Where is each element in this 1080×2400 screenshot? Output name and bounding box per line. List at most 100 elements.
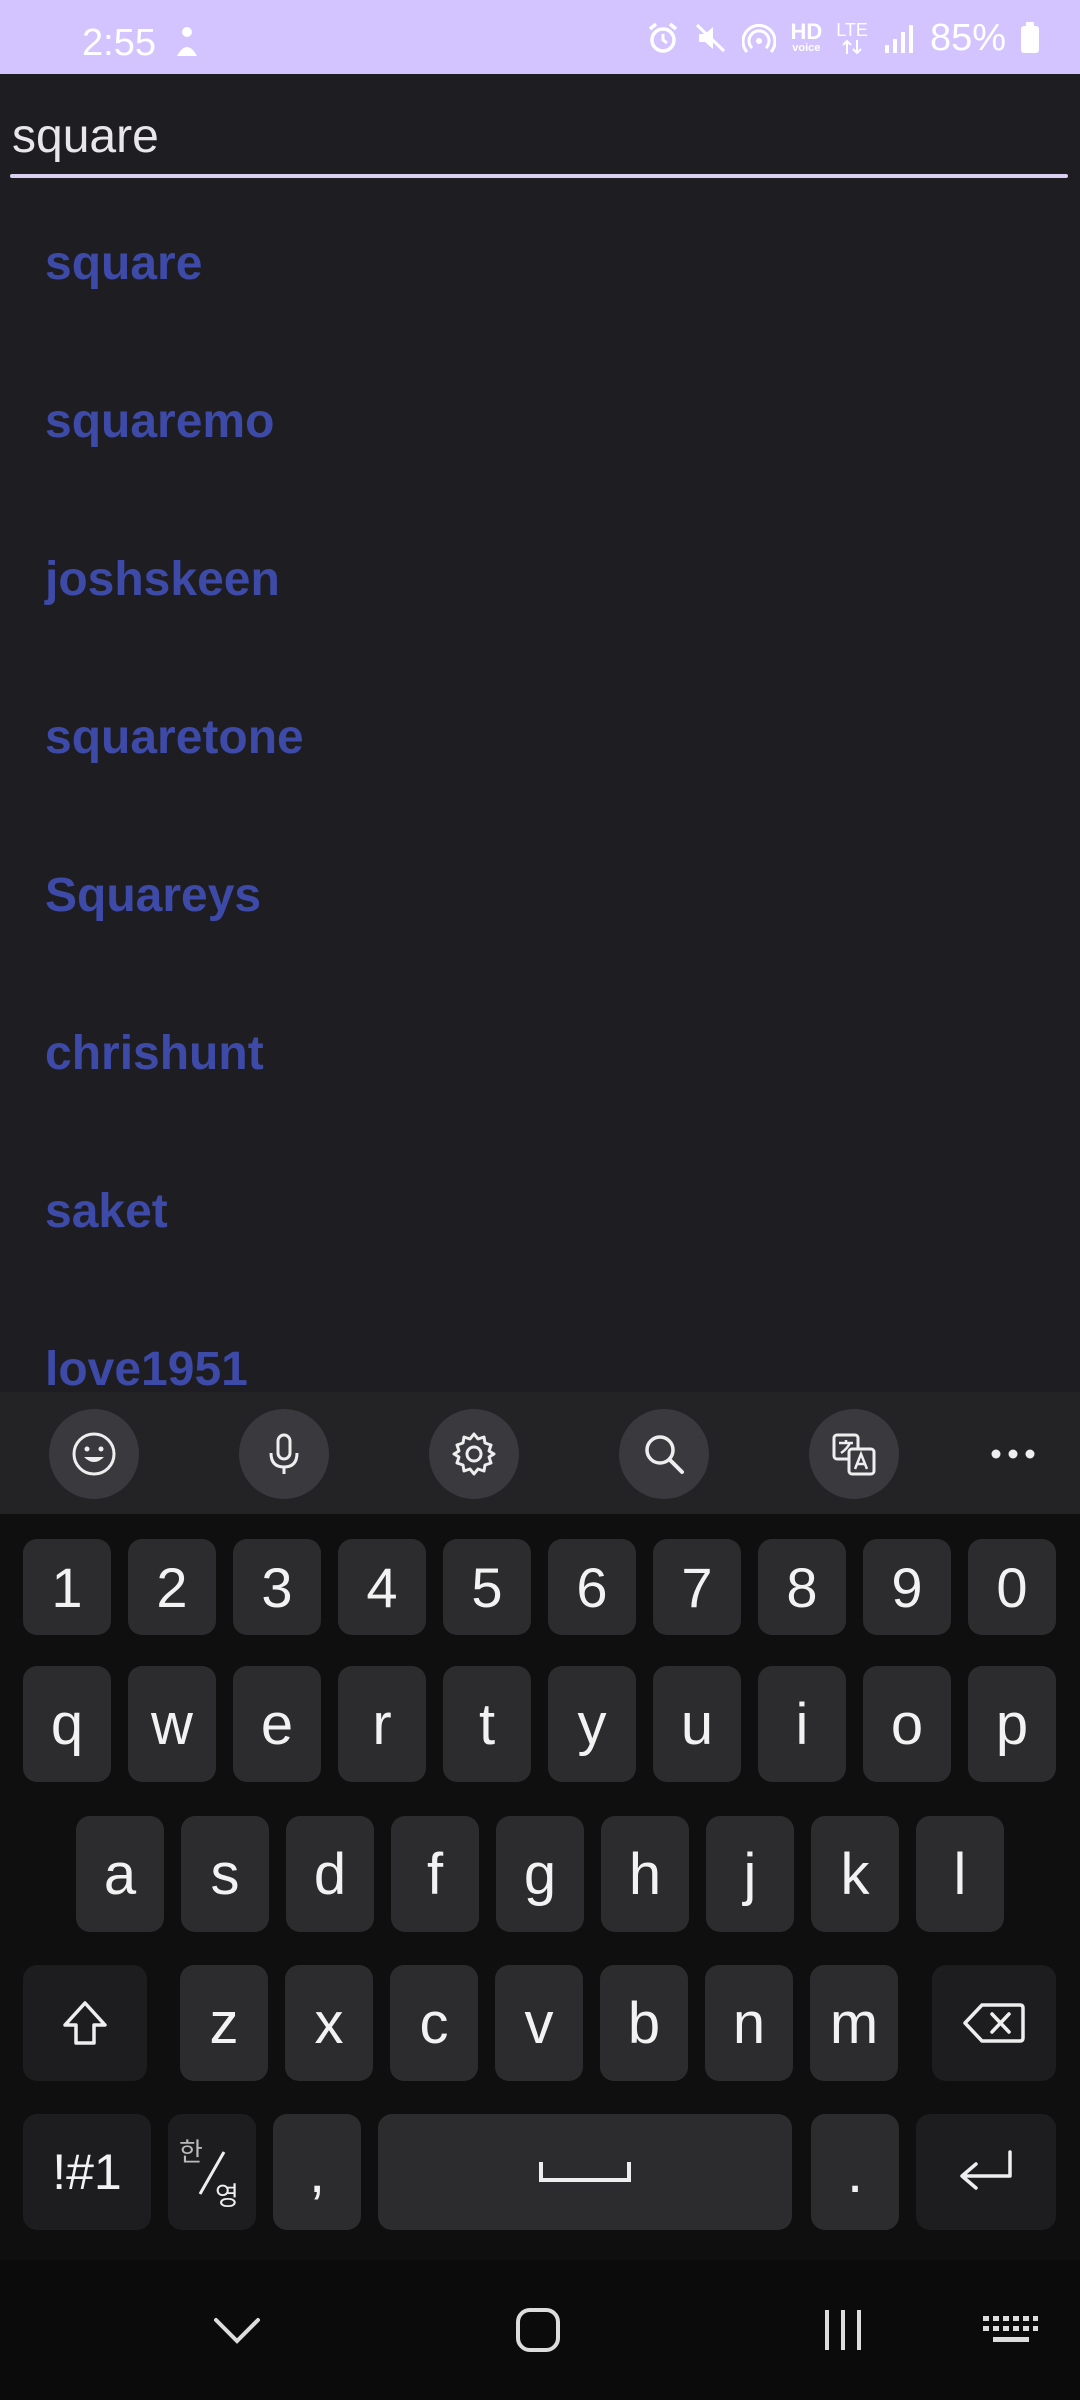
key-b[interactable]: b bbox=[600, 1965, 688, 2081]
space-key[interactable] bbox=[378, 2114, 792, 2230]
hotspot-icon bbox=[742, 23, 777, 53]
recents-icon bbox=[825, 2310, 861, 2350]
key-t[interactable]: t bbox=[443, 1666, 531, 1782]
key-x[interactable]: x bbox=[285, 1965, 373, 2081]
key-h[interactable]: h bbox=[601, 1816, 689, 1932]
list-item-label: square bbox=[45, 236, 203, 290]
key-i[interactable]: i bbox=[758, 1666, 846, 1782]
search-underline bbox=[10, 174, 1068, 178]
language-switch-icon: 한 영 bbox=[177, 2132, 247, 2212]
list-item-label: Squareys bbox=[45, 868, 262, 922]
list-item[interactable]: square bbox=[0, 184, 1080, 342]
hd-voice-icon: HD voice bbox=[790, 19, 823, 55]
navigation-bar bbox=[0, 2260, 1080, 2400]
backspace-key[interactable] bbox=[932, 1965, 1056, 2081]
search-area bbox=[0, 74, 1080, 184]
key-8[interactable]: 8 bbox=[758, 1539, 846, 1635]
keyboard-switch-icon bbox=[983, 2316, 1038, 2342]
key-o[interactable]: o bbox=[863, 1666, 951, 1782]
list-item[interactable]: love1951 bbox=[0, 1290, 1080, 1393]
emoji-button[interactable] bbox=[49, 1409, 139, 1499]
results-list: square squaremo joshskeen squaretone Squ… bbox=[0, 184, 1080, 1393]
list-item-label: love1951 bbox=[45, 1342, 248, 1393]
key-j[interactable]: j bbox=[706, 1816, 794, 1932]
battery-icon bbox=[1021, 22, 1039, 53]
recents-button[interactable] bbox=[808, 2300, 878, 2360]
key-e[interactable]: e bbox=[233, 1666, 321, 1782]
key-n[interactable]: n bbox=[705, 1965, 793, 2081]
key-s[interactable]: s bbox=[181, 1816, 269, 1932]
enter-key[interactable] bbox=[916, 2114, 1056, 2230]
key-9[interactable]: 9 bbox=[863, 1539, 951, 1635]
key-g[interactable]: g bbox=[496, 1816, 584, 1932]
language-switch-key[interactable]: 한 영 bbox=[168, 2114, 256, 2230]
list-item-label: joshskeen bbox=[45, 552, 280, 606]
key-y[interactable]: y bbox=[548, 1666, 636, 1782]
keyboard-settings-button[interactable] bbox=[429, 1409, 519, 1499]
keyboard-search-button[interactable] bbox=[619, 1409, 709, 1499]
symbols-key[interactable]: !#1 bbox=[23, 2114, 151, 2230]
list-item[interactable]: saket bbox=[0, 1132, 1080, 1290]
shift-icon bbox=[63, 2001, 107, 2045]
microphone-icon bbox=[269, 1433, 299, 1474]
keyboard-switch-button[interactable] bbox=[975, 2300, 1045, 2360]
lte-icon: LTE bbox=[836, 21, 868, 55]
shift-key[interactable] bbox=[23, 1965, 147, 2081]
key-l[interactable]: l bbox=[916, 1816, 1004, 1932]
list-item[interactable]: squaretone bbox=[0, 658, 1080, 816]
key-m[interactable]: m bbox=[810, 1965, 898, 2081]
list-item-label: squaretone bbox=[45, 710, 304, 764]
alarm-icon bbox=[649, 22, 678, 53]
list-item-label: squaremo bbox=[45, 394, 275, 448]
key-u[interactable]: u bbox=[653, 1666, 741, 1782]
key-q[interactable]: q bbox=[23, 1666, 111, 1782]
search-input[interactable] bbox=[12, 104, 1068, 168]
key-d[interactable]: d bbox=[286, 1816, 374, 1932]
status-bar: 2:55 HD voice LTE 85% bbox=[0, 0, 1080, 74]
space-icon bbox=[539, 2162, 631, 2182]
translate-button[interactable] bbox=[809, 1409, 899, 1499]
key-r[interactable]: r bbox=[338, 1666, 426, 1782]
list-item[interactable]: joshskeen bbox=[0, 500, 1080, 658]
key-2[interactable]: 2 bbox=[128, 1539, 216, 1635]
key-3[interactable]: 3 bbox=[233, 1539, 321, 1635]
list-item[interactable]: squaremo bbox=[0, 342, 1080, 500]
key-w[interactable]: w bbox=[128, 1666, 216, 1782]
key-v[interactable]: v bbox=[495, 1965, 583, 2081]
home-button[interactable] bbox=[503, 2300, 573, 2360]
comma-key[interactable]: , bbox=[273, 2114, 361, 2230]
settings-icon bbox=[452, 1432, 496, 1476]
key-k[interactable]: k bbox=[811, 1816, 899, 1932]
key-z[interactable]: z bbox=[180, 1965, 268, 2081]
status-icons: HD voice LTE 85% bbox=[646, 16, 1040, 59]
key-f[interactable]: f bbox=[391, 1816, 479, 1932]
list-item[interactable]: chrishunt bbox=[0, 974, 1080, 1132]
key-0[interactable]: 0 bbox=[968, 1539, 1056, 1635]
keyboard: 1 2 3 4 5 6 7 8 9 0 q w e r t y u i o p … bbox=[0, 1514, 1080, 2260]
key-a[interactable]: a bbox=[76, 1816, 164, 1932]
key-p[interactable]: p bbox=[968, 1666, 1056, 1782]
lte-arrows-icon bbox=[842, 39, 862, 55]
voice-input-button[interactable] bbox=[239, 1409, 329, 1499]
status-time: 2:55 bbox=[82, 22, 156, 64]
home-icon bbox=[516, 2308, 560, 2352]
key-4[interactable]: 4 bbox=[338, 1539, 426, 1635]
key-6[interactable]: 6 bbox=[548, 1539, 636, 1635]
key-c[interactable]: c bbox=[390, 1965, 478, 2081]
more-icon bbox=[991, 1449, 1035, 1459]
person-icon bbox=[177, 27, 197, 56]
mute-icon bbox=[696, 23, 726, 53]
enter-icon bbox=[960, 2150, 1012, 2190]
signal-icon bbox=[884, 25, 913, 53]
list-item-label: chrishunt bbox=[45, 1026, 264, 1080]
toolbar-more-button[interactable] bbox=[968, 1409, 1058, 1499]
hide-keyboard-button[interactable] bbox=[202, 2300, 272, 2360]
chevron-down-icon bbox=[214, 2318, 260, 2344]
key-7[interactable]: 7 bbox=[653, 1539, 741, 1635]
battery-percent: 85% bbox=[929, 16, 1006, 59]
list-item[interactable]: Squareys bbox=[0, 816, 1080, 974]
key-5[interactable]: 5 bbox=[443, 1539, 531, 1635]
key-1[interactable]: 1 bbox=[23, 1539, 111, 1635]
keyboard-toolbar bbox=[0, 1392, 1080, 1514]
period-key[interactable]: . bbox=[811, 2114, 899, 2230]
